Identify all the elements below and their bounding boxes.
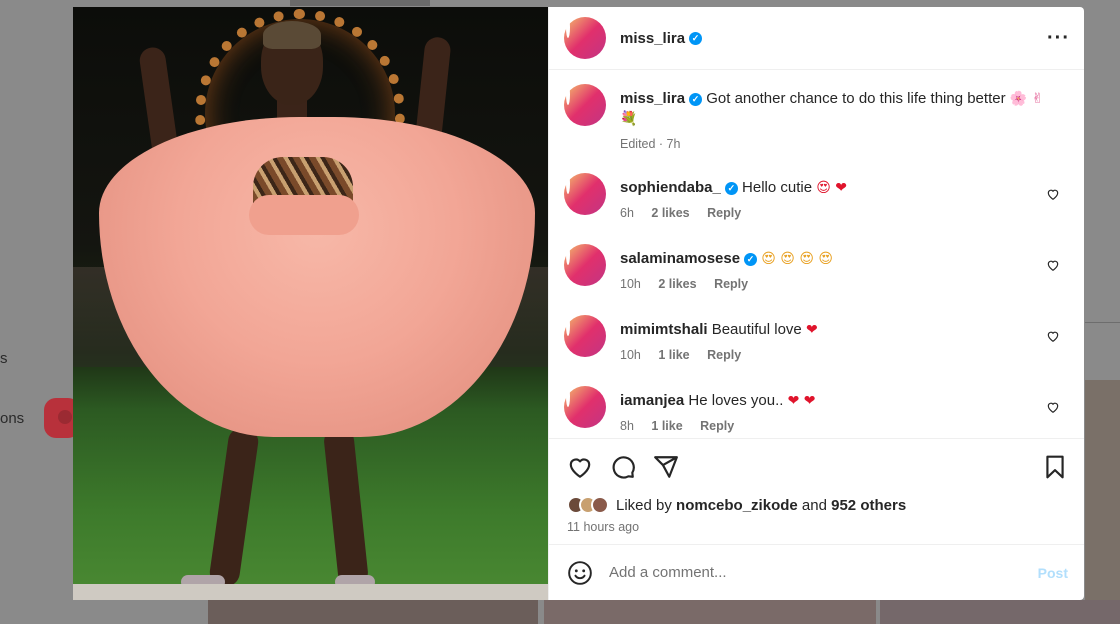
likes-summary[interactable]: Liked by nomcebo_zikode and 952 others [549,494,1084,516]
author-avatar[interactable] [564,17,606,59]
comment-time[interactable]: 10h [620,348,641,362]
post-modal: miss_lira ✓ ··· miss_lira ✓ Got another c… [73,7,1084,600]
author-username[interactable]: miss_lira [620,30,685,47]
comment-text: He loves you.. [688,392,784,409]
comment-time[interactable]: 8h [620,419,634,433]
comment-row: salaminamosese ✓ 😍 😍 😍 😍 10h 2 likes Repl… [564,244,1070,315]
comment-likes[interactable]: 1 like [658,348,689,362]
commenter-avatar[interactable] [564,244,606,286]
comment-input[interactable] [609,564,1038,581]
caption: miss_lira ✓ Got another chance to do this… [564,84,1070,151]
caption-edited: Edited · 7h [620,137,681,151]
photo-leg [208,425,260,589]
comment-emoji: ❤ [805,322,818,338]
comment-row: mimimtshali Beautiful love ❤ 10h 1 like … [564,315,1070,386]
more-options-icon[interactable]: ··· [1047,27,1070,50]
background-thumb-top [290,0,430,6]
comment-emoji: 😍 😍 😍 😍 [761,251,833,267]
comment-like-heart-icon[interactable] [1046,400,1060,414]
likes-joiner: and [801,496,827,514]
comment-reply-button[interactable]: Reply [707,348,741,362]
background-nav-text: s [0,350,8,367]
commenter-avatar[interactable] [564,386,606,428]
post-timestamp[interactable]: 11 hours ago [549,516,1084,544]
post-actions-bar [549,438,1084,494]
save-bookmark-icon[interactable] [1042,454,1068,480]
share-paper-plane-icon[interactable] [653,454,679,480]
photo-hair [263,21,321,49]
comment-row: iamanjea He loves you.. ❤ ❤ 8h 1 like Re… [564,386,1070,438]
photo-waist-bow [249,195,359,235]
background-thumbnail [544,600,876,624]
comment-like-heart-icon[interactable] [1046,329,1060,343]
likes-prefix: Liked by [616,496,672,514]
post-photo [73,7,548,600]
comment-emoji: 😍 ❤ [816,180,848,196]
background-thumbnail [208,600,538,624]
comment-bubble-icon[interactable] [610,454,636,480]
verified-badge-icon: ✓ [689,92,703,106]
add-comment-bar: Post [549,544,1084,600]
comment-username[interactable]: mimimtshali [620,321,708,338]
background-thumbnail [880,600,1120,624]
caption-emoji: 💐 [620,111,638,127]
comment-time[interactable]: 6h [620,206,634,220]
photo-floor [73,584,548,600]
comment-username[interactable]: sophiendaba_ [620,179,721,196]
background-divider [1085,322,1120,323]
comment-username[interactable]: salaminamosese [620,250,740,267]
comment-username[interactable]: iamanjea [620,392,684,409]
emoji-smiley-icon[interactable] [567,560,593,586]
verified-badge-icon: ✓ [744,252,758,266]
liker-avatars [567,496,609,514]
comment-text: Beautiful love [711,321,802,338]
comment-reply-button[interactable]: Reply [714,277,748,291]
commenter-avatar[interactable] [564,173,606,215]
background-nav-text: ons [0,410,25,427]
verified-badge-icon: ✓ [724,181,738,195]
comment-emoji: ❤ ❤ [787,393,816,409]
post-details-panel: miss_lira ✓ ··· miss_lira ✓ Got another c… [548,7,1084,600]
post-comment-button[interactable]: Post [1038,565,1068,581]
caption-emoji: 🌸 ✌ [1009,91,1044,107]
like-heart-icon[interactable] [567,454,593,480]
comment-like-heart-icon[interactable] [1046,187,1060,201]
likes-others[interactable]: 952 others [831,497,906,514]
comment-likes[interactable]: 2 likes [658,277,696,291]
comment-like-heart-icon[interactable] [1046,258,1060,272]
post-header: miss_lira ✓ ··· [549,7,1084,70]
comment-likes[interactable]: 1 like [651,419,682,433]
comments-list[interactable]: miss_lira ✓ Got another chance to do this… [549,70,1084,438]
background-thumbnail [1085,380,1120,624]
comment-likes[interactable]: 2 likes [651,206,689,220]
comment-row: sophiendaba_ ✓ Hello cutie 😍 ❤ 6h 2 likes… [564,173,1070,244]
comment-reply-button[interactable]: Reply [700,419,734,433]
likes-user[interactable]: nomcebo_zikode [676,497,798,514]
caption-avatar[interactable] [564,84,606,126]
comment-reply-button[interactable]: Reply [707,206,741,220]
verified-badge-icon: ✓ [689,31,703,45]
caption-username[interactable]: miss_lira [620,90,685,107]
comment-time[interactable]: 10h [620,277,641,291]
comment-text: Hello cutie [742,179,813,196]
caption-text: Got another chance to do this life thing… [706,90,1006,107]
photo-leg [322,425,370,589]
commenter-avatar[interactable] [564,315,606,357]
